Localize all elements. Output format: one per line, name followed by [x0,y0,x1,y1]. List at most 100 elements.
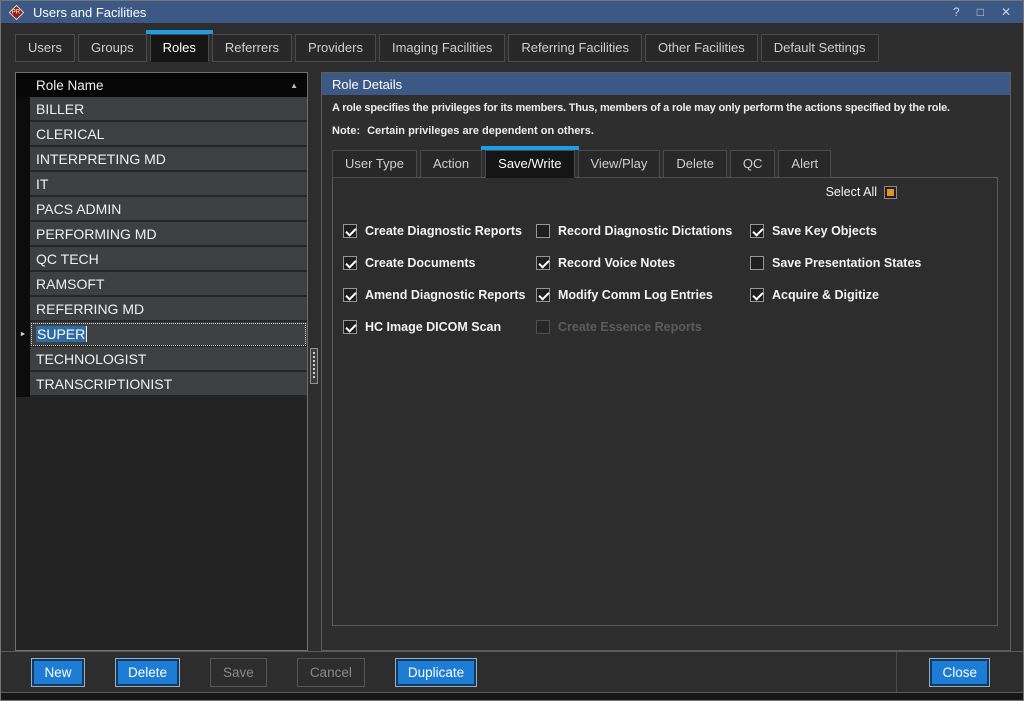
role-name-cell[interactable]: INTERPRETING MD [30,147,307,172]
role-list-header[interactable]: Role Name ▲ [16,73,307,97]
privilege-tab-bar: User Type Action Save/Write View/Play Delete… [332,146,832,178]
role-name-cell[interactable]: BILLER [30,97,307,122]
checkbox-save-key-objects[interactable] [750,224,764,238]
checkbox-save-presentation-states[interactable] [750,256,764,270]
subtab-save-write[interactable]: Save/Write [481,146,579,178]
role-row-referring-md[interactable]: REFERRING MD [16,297,307,322]
role-name-cell[interactable]: CLERICAL [30,122,307,147]
checkbox-acquire-digitize[interactable] [750,288,764,302]
privilege-label-record-voice-notes: Record Voice Notes [558,256,676,270]
tab-users[interactable]: Users [15,34,75,62]
new-button[interactable]: New [31,658,85,687]
role-row-technologist[interactable]: TECHNOLOGIST [16,347,307,372]
checkbox-create-diagnostic-reports[interactable] [343,224,357,238]
row-selector-gutter [16,247,30,272]
role-name-cell[interactable]: REFERRING MD [30,297,307,322]
role-list-body: BILLER CLERICAL INTERPRETING MD IT PACS ADMI… [16,97,307,397]
select-all-checkbox[interactable] [884,185,897,199]
tab-default-settings[interactable]: Default Settings [760,34,879,62]
privilege-create-documents: Create Documents [343,247,525,279]
subtab-alert[interactable]: Alert [778,150,832,178]
tab-imaging-facilities[interactable]: Imaging Facilities [378,34,506,62]
privilege-create-essence-reports: Create Essence Reports [536,311,732,343]
subtab-delete[interactable]: Delete [663,150,727,178]
note-body: Certain privileges are dependent on othe… [367,125,594,137]
privilege-label-amend-diagnostic-reports: Amend Diagnostic Reports [365,288,526,302]
role-row-clerical[interactable]: CLERICAL [16,122,307,147]
titlebar: PR Users and Facilities ? □ ✕ [1,1,1023,23]
tab-roles[interactable]: Roles [145,30,214,62]
role-name-cell[interactable]: PERFORMING MD [30,222,307,247]
role-row-biller[interactable]: BILLER [16,97,307,122]
tab-groups[interactable]: Groups [77,34,147,62]
row-selector-gutter: ► [16,322,30,347]
privilege-column-2: Record Diagnostic Dictations Record Voice… [536,215,732,343]
role-row-transcriptionist[interactable]: TRANSCRIPTIONIST [16,372,307,397]
checkbox-record-voice-notes[interactable] [536,256,550,270]
main-tab-bar: Users Groups Roles Referrers Providers Imagin… [15,29,879,62]
privilege-hc-image-dicom-scan: HC Image DICOM Scan [343,311,525,343]
row-selector-gutter [16,172,30,197]
privilege-label-save-key-objects: Save Key Objects [772,224,877,238]
save-write-tab-page: Select All Create Diagnostic Reports Crea… [332,177,998,626]
subtab-user-type[interactable]: User Type [332,150,418,178]
role-name-cell[interactable]: QC TECH [30,247,307,272]
role-row-super[interactable]: ► SUPER [16,322,307,347]
checkbox-hc-image-dicom-scan[interactable] [343,320,357,334]
maximize-button[interactable]: □ [977,1,984,23]
role-name-cell[interactable]: IT [30,172,307,197]
panel-splitter-handle[interactable] [310,348,318,384]
select-all-control: Select All [826,185,897,199]
checkbox-record-diagnostic-dictations[interactable] [536,224,550,238]
role-list-panel: Role Name ▲ BILLER CLERICAL INTERPRETING M… [15,72,308,651]
checkbox-amend-diagnostic-reports[interactable] [343,288,357,302]
privilege-label-create-essence-reports: Create Essence Reports [558,320,702,334]
row-selector-gutter [16,147,30,172]
role-row-it[interactable]: IT [16,172,307,197]
window-bottom-frame [1,693,1023,700]
delete-button[interactable]: Delete [115,658,181,687]
footer-button-bar: New Delete Save Cancel Duplicate Close [1,651,1023,693]
row-selector-gutter [16,372,30,397]
role-name-cell[interactable]: TRANSCRIPTIONIST [30,372,307,397]
save-button: Save [210,658,267,687]
privilege-record-voice-notes: Record Voice Notes [536,247,732,279]
tab-referring-facilities[interactable]: Referring Facilities [508,34,643,62]
duplicate-button[interactable]: Duplicate [394,658,478,687]
tab-other-facilities[interactable]: Other Facilities [645,34,758,62]
role-name-cell[interactable]: TECHNOLOGIST [30,347,307,372]
tab-referrers[interactable]: Referrers [211,34,293,62]
privilege-label-create-diagnostic-reports: Create Diagnostic Reports [365,224,522,238]
role-name-cell[interactable]: PACS ADMIN [30,197,307,222]
row-selector-gutter [16,197,30,222]
checkbox-create-essence-reports [536,320,550,334]
role-row-ramsoft[interactable]: RAMSOFT [16,272,307,297]
role-name-selected-text: SUPER [36,325,87,342]
help-button[interactable]: ? [953,1,960,23]
close-window-button[interactable]: ✕ [1001,1,1011,23]
role-row-qc-tech[interactable]: QC TECH [16,247,307,272]
checkbox-create-documents[interactable] [343,256,357,270]
checkbox-modify-comm-log-entries[interactable] [536,288,550,302]
role-name-column-header[interactable]: Role Name [36,78,104,93]
subtab-qc[interactable]: QC [729,150,776,178]
role-details-header: Role Details [322,73,1010,95]
close-button[interactable]: Close [929,658,990,687]
footer-left-buttons: New Delete Save Cancel Duplicate [31,658,478,687]
row-selector-gutter [16,122,30,147]
role-row-pacs-admin[interactable]: PACS ADMIN [16,197,307,222]
role-row-interpreting-md[interactable]: INTERPRETING MD [16,147,307,172]
privilege-save-key-objects: Save Key Objects [750,215,921,247]
privilege-record-diagnostic-dictations: Record Diagnostic Dictations [536,215,732,247]
privilege-label-hc-image-dicom-scan: HC Image DICOM Scan [365,320,502,334]
note-label: Note: [332,125,361,137]
role-name-cell[interactable]: RAMSOFT [30,272,307,297]
subtab-view-play[interactable]: View/Play [577,150,661,178]
row-selector-gutter [16,347,30,372]
role-row-performing-md[interactable]: PERFORMING MD [16,222,307,247]
role-name-edit-field[interactable]: SUPER [30,322,307,347]
tab-providers[interactable]: Providers [295,34,376,62]
subtab-action[interactable]: Action [420,150,483,178]
row-selector-gutter [16,97,30,122]
privilege-column-1: Create Diagnostic Reports Create Document… [343,215,525,343]
